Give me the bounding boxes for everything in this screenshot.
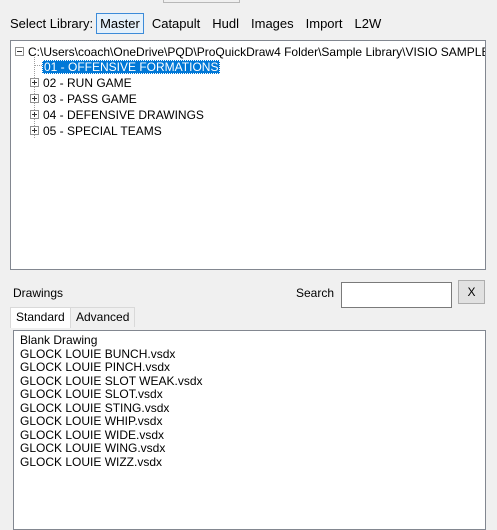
list-item[interactable]: Blank Drawing xyxy=(20,333,479,348)
tree-node-label[interactable]: 01 - OFFENSIVE FORMATIONS xyxy=(42,59,221,74)
library-images-button[interactable]: Images xyxy=(247,13,298,34)
tree-node-special-teams[interactable]: 05 - SPECIAL TEAMS xyxy=(30,123,164,138)
tree-root-label[interactable]: C:\Users\coach\OneDrive\PQD\ProQuickDraw… xyxy=(26,45,485,59)
list-item[interactable]: GLOCK LOUIE WIDE.vsdx xyxy=(20,428,479,443)
select-library-label: Select Library: xyxy=(10,15,94,31)
tree-node-label[interactable]: 03 - PASS GAME xyxy=(41,92,139,106)
library-catapult-button[interactable]: Catapult xyxy=(148,13,204,34)
tree-node-offensive-formations[interactable]: 01 - OFFENSIVE FORMATIONS xyxy=(42,59,221,74)
tree-node-pass-game[interactable]: 03 - PASS GAME xyxy=(30,91,139,106)
tree-node-label[interactable]: 05 - SPECIAL TEAMS xyxy=(41,124,164,138)
expand-icon[interactable] xyxy=(30,110,39,119)
library-l2w-button[interactable]: L2W xyxy=(350,13,385,34)
list-item[interactable]: GLOCK LOUIE WING.vsdx xyxy=(20,441,479,456)
tree-root-node[interactable]: C:\Users\coach\OneDrive\PQD\ProQuickDraw… xyxy=(15,44,485,59)
list-item[interactable]: GLOCK LOUIE WHIP.vsdx xyxy=(20,414,479,429)
search-input[interactable] xyxy=(341,282,452,308)
library-selector-bar: Select Library: Master Catapult Hudl Ima… xyxy=(10,12,389,34)
tree-node-run-game[interactable]: 02 - RUN GAME xyxy=(30,75,134,90)
expand-icon[interactable] xyxy=(30,78,39,87)
list-item[interactable]: GLOCK LOUIE SLOT WEAK.vsdx xyxy=(20,374,479,389)
window-top-edge xyxy=(0,0,497,4)
tab-advanced[interactable]: Advanced xyxy=(70,307,136,327)
tree-node-label[interactable]: 02 - RUN GAME xyxy=(41,76,134,90)
list-item[interactable]: GLOCK LOUIE SLOT.vsdx xyxy=(20,387,479,402)
drawings-list[interactable]: Blank Drawing GLOCK LOUIE BUNCH.vsdx GLO… xyxy=(13,330,486,530)
tree-node-label[interactable]: 04 - DEFENSIVE DRAWINGS xyxy=(41,108,206,122)
library-hudl-button[interactable]: Hudl xyxy=(208,13,243,34)
list-item[interactable]: GLOCK LOUIE STING.vsdx xyxy=(20,401,479,416)
list-item[interactable]: GLOCK LOUIE BUNCH.vsdx xyxy=(20,347,479,362)
tree-connector-line xyxy=(35,65,42,66)
clear-search-button[interactable]: X xyxy=(458,280,485,304)
expand-icon[interactable] xyxy=(30,94,39,103)
drawings-label: Drawings xyxy=(13,286,64,300)
library-import-button[interactable]: Import xyxy=(302,13,347,34)
collapsed-tab-stub xyxy=(163,0,240,3)
library-master-button[interactable]: Master xyxy=(96,12,144,34)
collapse-icon[interactable] xyxy=(15,47,24,56)
tree-node-defensive-drawings[interactable]: 04 - DEFENSIVE DRAWINGS xyxy=(30,107,206,122)
list-item[interactable]: GLOCK LOUIE WIZZ.vsdx xyxy=(20,455,479,470)
tab-standard[interactable]: Standard xyxy=(10,307,71,328)
list-item[interactable]: GLOCK LOUIE PINCH.vsdx xyxy=(20,360,479,375)
search-label: Search xyxy=(296,286,335,300)
folder-tree[interactable]: C:\Users\coach\OneDrive\PQD\ProQuickDraw… xyxy=(10,40,486,270)
expand-icon[interactable] xyxy=(30,126,39,135)
